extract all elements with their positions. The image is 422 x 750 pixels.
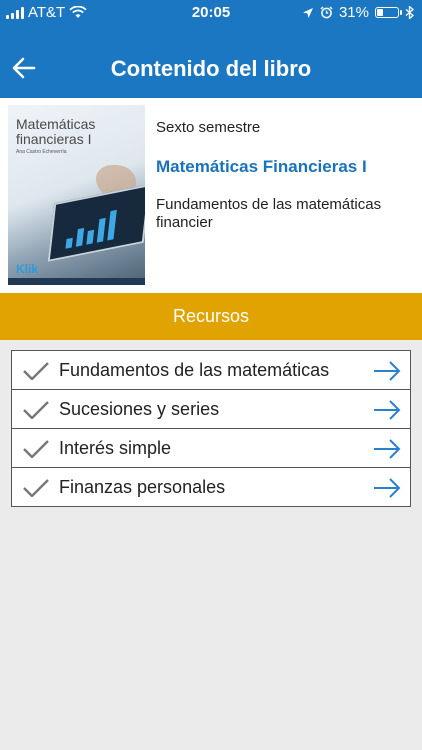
book-description: Fundamentos de las matemáticas financier — [156, 196, 382, 231]
list-item[interactable]: Finanzas personales — [11, 467, 411, 507]
list-item-label: Fundamentos de las matemáticas — [59, 360, 330, 380]
arrow-right-icon[interactable] — [373, 361, 401, 381]
list-item[interactable]: Interés simple — [11, 428, 411, 468]
book-title: Matemáticas Financieras I — [156, 157, 367, 176]
resources-list: Fundamentos de las matemáticas Sucesione… — [11, 350, 411, 507]
list-item[interactable]: Sucesiones y series — [11, 389, 411, 429]
arrow-right-icon[interactable] — [373, 400, 401, 420]
resources-section-bar: Recursos — [0, 293, 422, 340]
location-icon — [302, 7, 313, 18]
list-item[interactable]: Fundamentos de las matemáticas — [11, 350, 411, 390]
cover-logo: Klik — [16, 262, 39, 276]
book-card: Matemáticas financieras I Ana Castro Ech… — [0, 98, 422, 293]
battery-icon — [375, 7, 402, 18]
arrow-right-icon[interactable] — [373, 439, 401, 459]
check-icon — [23, 479, 49, 497]
battery-percent: 31% — [338, 4, 369, 21]
check-icon — [23, 401, 49, 419]
check-icon — [23, 440, 49, 458]
app-header: AT&T 20:05 31% Contenido del libro — [0, 0, 422, 98]
section-title: Recursos — [172, 306, 250, 326]
cover-tablet-graphic — [47, 184, 145, 262]
cover-author: Ana Castro Echeverría — [16, 149, 67, 155]
cover-title: Matemáticas financieras I — [16, 116, 96, 147]
list-item-label: Sucesiones y series — [59, 399, 220, 419]
list-item-label: Finanzas personales — [59, 477, 226, 497]
book-cover[interactable]: Matemáticas financieras I Ana Castro Ech… — [8, 105, 145, 285]
cover-footer-band — [8, 278, 145, 285]
bluetooth-icon — [405, 6, 414, 19]
list-item-label: Interés simple — [59, 438, 172, 458]
status-bar: AT&T 20:05 31% — [0, 0, 422, 24]
page-title: Contenido del libro — [110, 56, 312, 81]
arrow-right-icon[interactable] — [373, 478, 401, 498]
status-right: 31% — [302, 4, 414, 21]
alarm-icon — [320, 6, 333, 19]
book-semester: Sexto semestre — [156, 119, 261, 136]
check-icon — [23, 362, 49, 380]
